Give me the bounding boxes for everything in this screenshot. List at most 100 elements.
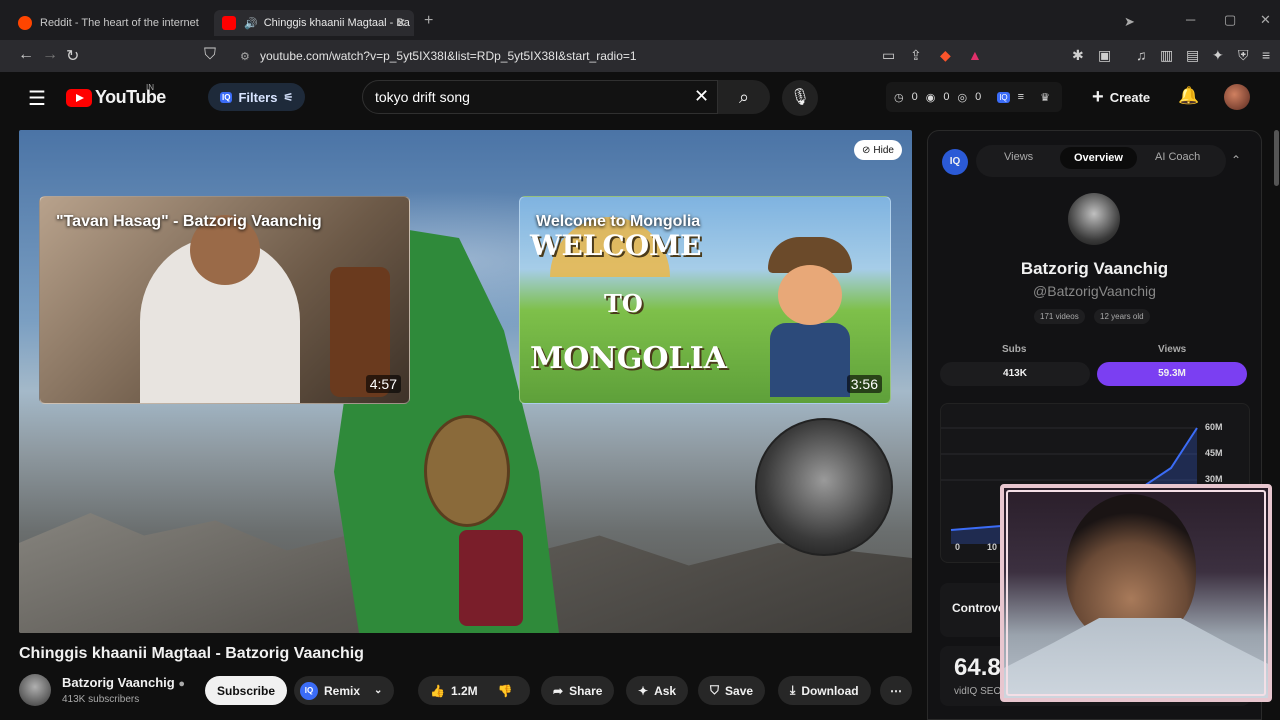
share-button[interactable]: ➦ Share: [541, 676, 615, 705]
reddit-icon: [18, 16, 32, 30]
hamburger-menu-icon[interactable]: ☰: [28, 86, 46, 111]
channel-name-text: Batzorig Vaanchig: [62, 675, 175, 690]
share-page-icon[interactable]: ⇪: [910, 47, 922, 64]
vidiq-channel-avatar: [1068, 193, 1120, 245]
cast-icon[interactable]: ▭: [882, 47, 895, 64]
reload-icon[interactable]: ↻: [66, 46, 79, 66]
filters-button[interactable]: IQ Filters ⚟: [208, 83, 306, 111]
subs-label: Subs: [1002, 344, 1027, 355]
more-actions-button[interactable]: ⋯: [880, 676, 912, 705]
tab-reddit[interactable]: Reddit - The heart of the internet: [10, 10, 210, 36]
address-bar-row: ← → ↻ ⛉ ⚙ youtube.com/watch?v=p_5yt5IX38…: [0, 40, 1280, 72]
vidiq-badge-icon[interactable]: IQ: [942, 149, 968, 175]
dislike-icon[interactable]: 👎: [498, 684, 513, 698]
vidiq-logo-icon[interactable]: IQ: [997, 91, 1010, 103]
menu-icon[interactable]: ≡: [1262, 47, 1270, 63]
back-icon[interactable]: ←: [18, 46, 34, 64]
new-tab-button[interactable]: +: [424, 12, 433, 30]
list-icon[interactable]: ≡: [1018, 91, 1024, 103]
page-scrollbar[interactable]: [1274, 130, 1279, 186]
sparkle-icon: ✦: [638, 683, 649, 698]
download-button[interactable]: ⤓ Download: [778, 676, 871, 705]
y-tick: 30M: [1205, 474, 1223, 484]
bookmark-icon[interactable]: ⛉: [204, 46, 216, 64]
ask-button[interactable]: ✦ Ask: [626, 676, 689, 705]
stat-value: 0: [975, 91, 982, 103]
cursor-icon: ➤: [1124, 14, 1135, 29]
vidiq-icon: IQ: [300, 681, 318, 700]
x-tick: 10: [987, 542, 998, 552]
tab-views[interactable]: Views: [1004, 151, 1033, 163]
channel-avatar[interactable]: [19, 674, 51, 706]
end-card-video-1[interactable]: "Tavan Hasag" - Batzorig Vaanchig 4:57: [39, 196, 410, 404]
subscriber-count: 413K subscribers: [62, 694, 140, 705]
collapse-chevron-icon[interactable]: ⌃: [1231, 153, 1241, 167]
maximize-button[interactable]: ▢: [1224, 12, 1236, 28]
youtube-play-icon: [66, 88, 92, 107]
clear-search-icon[interactable]: ✕: [694, 86, 709, 107]
hide-end-screen-button[interactable]: ⊘ Hide: [854, 140, 902, 160]
voice-search-button[interactable]: 🎙: [782, 80, 818, 116]
y-tick: 45M: [1205, 448, 1223, 458]
forward-icon[interactable]: →: [42, 46, 58, 64]
notifications-bell-icon[interactable]: 🔔: [1178, 86, 1199, 106]
cartoon-character: [760, 237, 860, 397]
video-title: Chinggis khaanii Magtaal - Batzorig Vaan…: [19, 645, 364, 662]
end-card-duration: 3:56: [846, 375, 882, 393]
tab-ai-coach[interactable]: AI Coach: [1155, 151, 1200, 163]
more-icon: ⋯: [890, 683, 902, 698]
channel-name[interactable]: Batzorig Vaanchig ●: [62, 675, 185, 690]
extensions-icon[interactable]: ✱: [1072, 47, 1084, 64]
close-window-button[interactable]: ✕: [1260, 12, 1271, 28]
search-input[interactable]: tokyo drift song: [362, 80, 718, 114]
screenshot-icon[interactable]: ▣: [1098, 47, 1111, 64]
save-label: Save: [725, 683, 754, 698]
like-icon[interactable]: 👍: [430, 684, 445, 698]
minimize-button[interactable]: ─: [1186, 12, 1195, 27]
subscribe-button[interactable]: Subscribe: [205, 676, 288, 705]
country-code: IN: [146, 83, 154, 92]
tab-title: Reddit - The heart of the internet: [40, 17, 199, 29]
subs-value[interactable]: 413K: [940, 362, 1090, 386]
vpn-icon[interactable]: ⛨: [1238, 47, 1249, 64]
download-label: Download: [801, 683, 859, 698]
share-icon: ➦: [553, 683, 564, 698]
save-button[interactable]: ⛉ Save: [698, 676, 766, 705]
youtube-logo[interactable]: YouTube IN: [66, 83, 166, 108]
tab-overview[interactable]: Overview: [1060, 147, 1137, 169]
sidebar-toggle-icon[interactable]: ▥: [1160, 47, 1173, 64]
remix-button[interactable]: IQ Remix ⌄: [294, 676, 395, 705]
video-player[interactable]: ⊘ Hide "Tavan Hasag" - Batzorig Vaanchig…: [19, 130, 912, 633]
music-icon[interactable]: ♫: [1136, 47, 1147, 63]
youtube-header: ☰ YouTube IN IQ Filters ⚟ tokyo drift so…: [0, 72, 1280, 122]
search-button[interactable]: ⌕: [718, 80, 770, 114]
channel-subscribe-end-element[interactable]: [755, 418, 893, 556]
microphone-icon: 🎙: [789, 89, 811, 106]
download-icon: ⤓: [790, 683, 796, 697]
eye-icon: ◉: [925, 91, 936, 104]
url-field[interactable]: ⚙ youtube.com/watch?v=p_5yt5IX38I&list=R…: [230, 44, 990, 68]
account-avatar[interactable]: [1224, 84, 1250, 110]
controversy-label: Controve: [952, 601, 1005, 615]
end-card-video-2[interactable]: WELCOME TO MONGOLIA Welcome to Mongolia …: [519, 196, 891, 404]
trophy-icon[interactable]: ♛: [1040, 91, 1050, 104]
target-icon: ◎: [957, 91, 968, 104]
stat-value: 0: [943, 91, 950, 103]
create-button[interactable]: + Create: [1092, 84, 1150, 110]
filters-label: Filters: [238, 89, 278, 105]
tab-youtube[interactable]: 🔊 Chinggis khaanii Magtaal - Ba ✕: [214, 10, 414, 36]
share-label: Share: [569, 683, 603, 698]
wallet-icon[interactable]: ▤: [1186, 47, 1199, 64]
art-text-welcome: WELCOME: [530, 229, 702, 262]
close-tab-icon[interactable]: ✕: [396, 16, 406, 30]
ask-label: Ask: [654, 683, 677, 698]
site-settings-icon[interactable]: ⚙: [240, 50, 250, 63]
brave-shield-icon[interactable]: ◆: [940, 47, 951, 64]
channel-age-chip: 12 years old: [1094, 309, 1150, 324]
stat-value: 0: [911, 91, 918, 103]
rewards-icon[interactable]: ▲: [968, 47, 982, 63]
leo-ai-icon[interactable]: ✦: [1212, 47, 1224, 64]
views-value[interactable]: 59.3M: [1097, 362, 1247, 386]
search-icon: ⌕: [738, 87, 750, 107]
like-count[interactable]: 1.2M: [451, 684, 478, 698]
